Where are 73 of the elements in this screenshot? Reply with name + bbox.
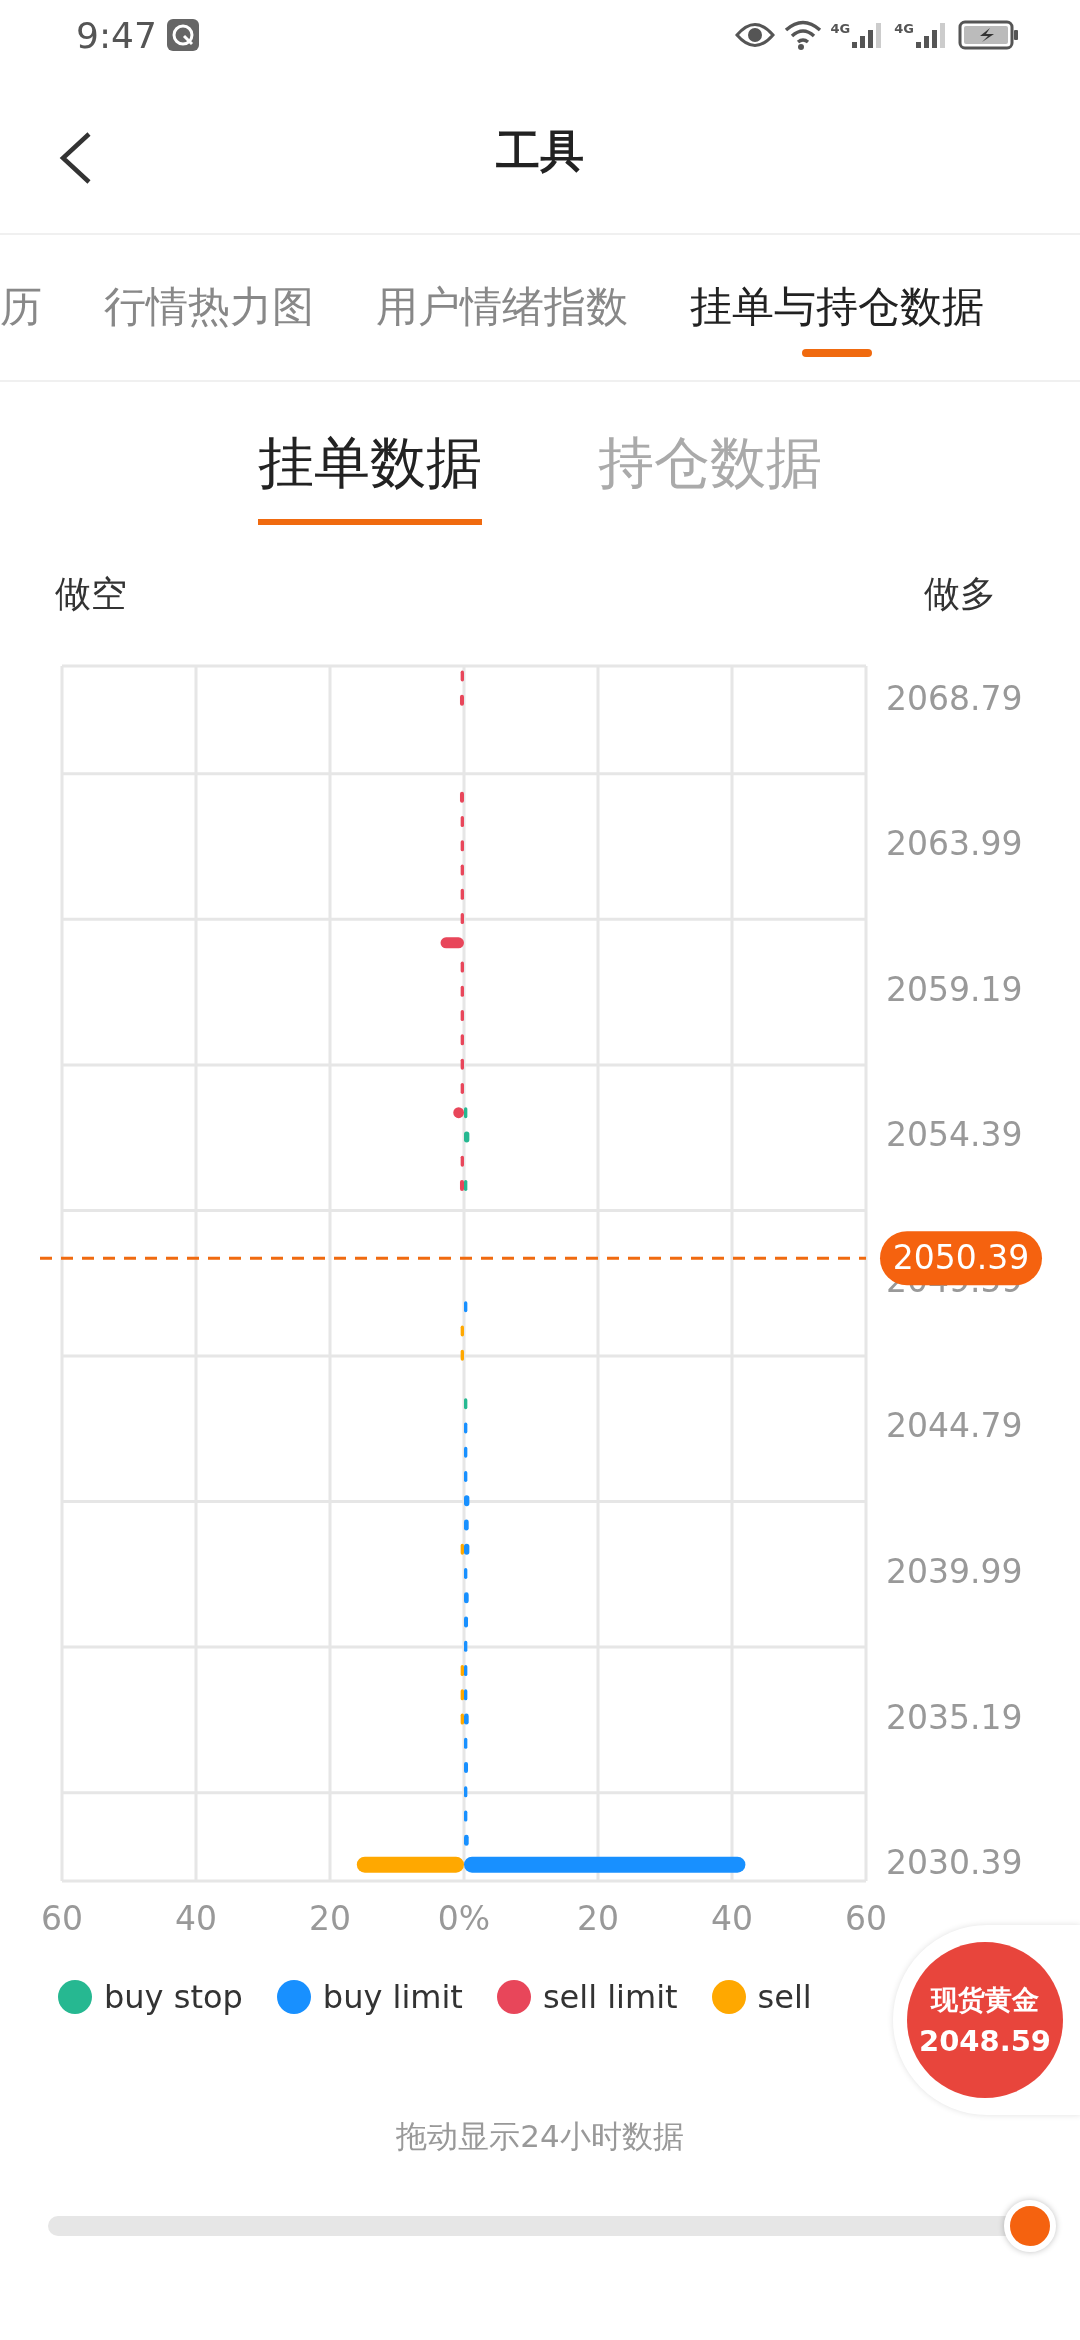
axis-label: 60 <box>41 1898 83 1938</box>
tab[interactable]: 行情热力图 <box>104 250 314 365</box>
price-badge[interactable]: 现货黄金 2048.59 <box>893 1925 1080 2115</box>
legend-label: sell <box>757 1978 812 2016</box>
chart-bar <box>460 791 464 803</box>
chart-bar <box>460 1010 464 1022</box>
tab[interactable]: 历 <box>0 250 42 365</box>
chart-bar <box>464 1786 468 1798</box>
chart-bar <box>460 816 464 828</box>
axis-label: 2039.99 <box>886 1552 1023 1592</box>
chart-bar <box>460 985 464 997</box>
hint-text: 拖动显示24小时数据 <box>395 2117 685 2156</box>
battery-icon <box>958 20 1020 50</box>
chart-bar <box>460 840 464 852</box>
chart-bar <box>464 1737 468 1749</box>
app-notification-icon <box>166 19 199 51</box>
chart-bar <box>440 937 464 949</box>
axis-label: 2054.39 <box>886 1115 1023 1155</box>
long-label: 做多 <box>924 572 996 616</box>
chart-bar <box>464 1568 468 1580</box>
chart-bar <box>460 1058 464 1070</box>
chart-bar <box>464 1301 468 1313</box>
chart-bar <box>464 1131 470 1143</box>
chart-bar <box>464 1834 469 1846</box>
axis-label: 2063.99 <box>886 824 1023 864</box>
chart-bar <box>460 913 464 925</box>
chart-bar <box>460 670 464 682</box>
axis-label: 0% <box>437 1898 491 1938</box>
tab[interactable]: 挂单与持仓数据 <box>690 250 984 365</box>
axis-label: 60 <box>845 1898 887 1938</box>
chart-bar <box>460 864 464 876</box>
network-label: 4G <box>894 22 914 35</box>
short-label: 做空 <box>55 572 127 616</box>
sub-tab[interactable]: 挂单数据 <box>258 416 482 526</box>
chart-bar <box>464 1422 468 1434</box>
eye-icon <box>734 22 775 48</box>
axis-label: 2035.19 <box>886 1697 1023 1737</box>
chart-bar <box>460 1082 464 1094</box>
chart-bar <box>464 1640 468 1652</box>
page-title: 工具 <box>496 124 584 178</box>
chart-bar <box>464 1616 468 1628</box>
network-label: 4G <box>830 22 851 35</box>
chart-bar <box>460 1325 464 1337</box>
tab[interactable]: 用户情绪指数 <box>376 250 628 365</box>
chart-bar <box>464 1495 470 1507</box>
ref-line-label: 2050.39 <box>892 1237 1030 1277</box>
chart-bar <box>460 961 464 973</box>
chart-bar <box>460 1034 464 1046</box>
sub-tab[interactable]: 持仓数据 <box>598 416 822 526</box>
axis-label: 20 <box>309 1898 351 1938</box>
status-time: 9:47 <box>76 14 157 56</box>
axis-label: 20 <box>577 1898 619 1938</box>
axis-label: 2030.39 <box>886 1843 1023 1883</box>
chart-bar <box>464 1592 469 1604</box>
chart-bar <box>464 1398 468 1410</box>
chart-bar <box>464 1471 468 1482</box>
chart-bar <box>460 888 464 900</box>
chart-bar <box>460 694 464 706</box>
chart-bar <box>464 1810 468 1822</box>
axis-label: 2044.79 <box>886 1406 1023 1446</box>
axis-label: 40 <box>175 1898 217 1938</box>
chart-bar <box>460 1155 464 1167</box>
axis-label: 2059.19 <box>886 969 1023 1009</box>
legend-label: buy limit <box>322 1978 463 2016</box>
axis-label: 40 <box>711 1898 753 1938</box>
chart-bar <box>464 1762 468 1774</box>
chart-bar <box>464 1519 469 1531</box>
legend-label: sell limit <box>542 1978 678 2016</box>
legend-label: buy stop <box>104 1978 243 2016</box>
axis-label: 2068.79 <box>886 678 1023 718</box>
chart-bar <box>464 1446 468 1458</box>
wifi-icon <box>782 19 823 51</box>
chart-bar <box>460 1349 464 1361</box>
